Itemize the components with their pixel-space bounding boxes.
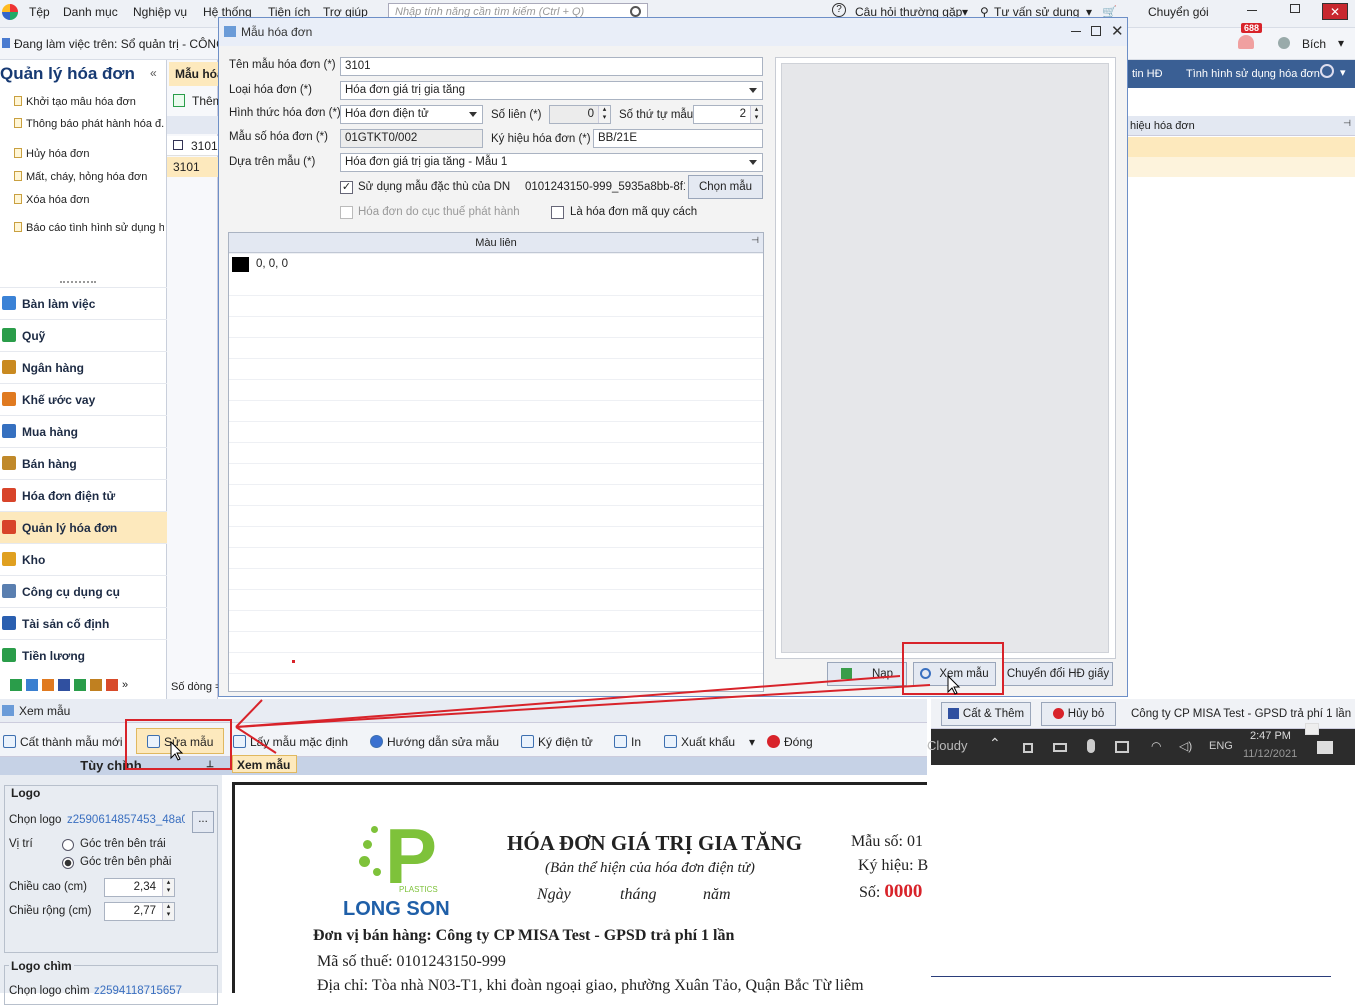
annotation-arrow [235, 684, 931, 728]
annotation-arrow [235, 675, 901, 728]
annotation-arrow [235, 699, 263, 728]
annotation-arrows [170, 660, 961, 761]
annotation-arrow [235, 726, 277, 754]
annotation-dot [292, 660, 295, 663]
mouse-cursor-icon [947, 674, 961, 695]
mouse-cursor-icon [170, 740, 184, 761]
